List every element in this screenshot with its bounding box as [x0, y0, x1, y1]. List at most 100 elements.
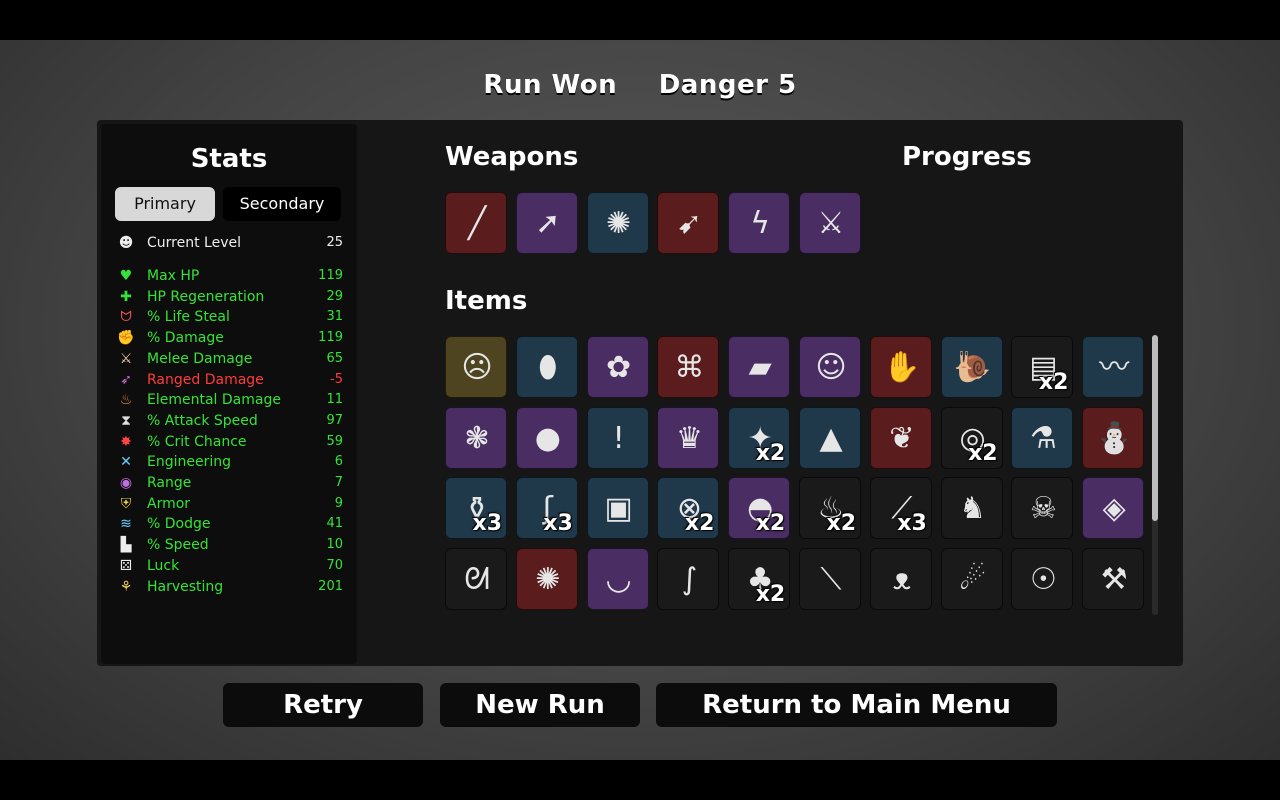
- item-count: x2: [755, 581, 786, 607]
- item-slot[interactable]: ◓ x2: [728, 477, 791, 540]
- item-slot[interactable]: ⚒: [1082, 547, 1145, 610]
- weapon-slot[interactable]: ✺: [586, 192, 649, 254]
- item-slot[interactable]: ⟋ x3: [869, 477, 932, 540]
- stat-value: 70: [326, 557, 343, 573]
- stat-row: ⧗ % Attack Speed 97: [115, 411, 343, 431]
- egg-face-icon: ☹: [461, 350, 493, 385]
- weapon-slot[interactable]: ⚔: [799, 192, 861, 254]
- stat-label: % Life Steal: [147, 309, 230, 326]
- ghost-icon: ᘛ: [464, 561, 490, 597]
- item-slot[interactable]: ▰: [728, 336, 791, 398]
- alert-slime-icon: !: [612, 420, 625, 456]
- item-slot[interactable]: ⌘: [657, 336, 720, 398]
- stat-label: Elemental Damage: [147, 392, 281, 409]
- item-slot[interactable]: ☠: [1011, 477, 1074, 540]
- item-slot[interactable]: ⊗ x2: [657, 477, 720, 540]
- stat-row: ♥ Max HP 119: [115, 266, 343, 286]
- stat-label: Ranged Damage: [147, 371, 264, 388]
- item-slot[interactable]: ☹: [445, 336, 507, 398]
- dodge-icon: ≋: [120, 516, 132, 533]
- alien-fly-icon: ✿: [606, 350, 632, 385]
- weapon-slot[interactable]: ϟ: [728, 192, 791, 254]
- stat-row: ⚘ Harvesting 201: [115, 577, 343, 597]
- stat-value: 7: [334, 475, 343, 490]
- stat-row: ⚄ Luck 70: [115, 556, 343, 576]
- item-slot[interactable]: ◎ x2: [940, 406, 1003, 469]
- item-slot[interactable]: ☄: [940, 547, 1003, 610]
- run-header: Run Won Danger 5: [0, 70, 1280, 100]
- item-slot[interactable]: ⚗: [1011, 406, 1074, 469]
- item-slot[interactable]: ᘛ: [445, 547, 507, 610]
- item-count: x2: [684, 511, 715, 537]
- item-slot[interactable]: ♞: [940, 477, 1003, 540]
- item-slot[interactable]: ∫: [657, 547, 720, 610]
- bunny-icon: ♞: [959, 491, 987, 527]
- stat-value: 31: [326, 309, 343, 325]
- item-slot[interactable]: ⬮: [515, 336, 578, 398]
- fangs-icon: ᗢ: [120, 309, 132, 326]
- stat-value: 97: [326, 412, 343, 428]
- vest-icon: ▣: [604, 491, 633, 527]
- eraser-icon: ▰: [748, 350, 772, 385]
- new-run-button[interactable]: New Run: [440, 683, 640, 727]
- stat-row: ✚ HP Regeneration 29: [115, 287, 343, 307]
- retry-button[interactable]: Retry: [223, 683, 423, 727]
- item-slot[interactable]: ✺: [515, 547, 578, 610]
- skull-icon: ☠: [1029, 491, 1057, 527]
- stat-row: ⚔ Melee Damage 65: [115, 349, 343, 369]
- item-slot[interactable]: ●: [515, 406, 578, 469]
- stat-label: Current Level: [147, 235, 241, 251]
- item-slot[interactable]: ◈: [1082, 477, 1145, 540]
- muscle-icon: ✊: [117, 330, 135, 347]
- item-slot[interactable]: ✦ x2: [728, 406, 791, 469]
- weapon-slot[interactable]: ╱: [445, 192, 507, 254]
- hourglass-icon: ⧗: [121, 412, 131, 429]
- item-slot[interactable]: 🐌: [940, 336, 1003, 398]
- weapon-slot[interactable]: ➚: [515, 192, 578, 254]
- item-slot[interactable]: ♣ x2: [728, 547, 791, 610]
- item-slot[interactable]: ✋: [869, 336, 932, 398]
- item-slot[interactable]: ⚱ x3: [445, 477, 507, 540]
- weapons-title: Weapons: [445, 142, 579, 172]
- stone-icon: ⬮: [538, 350, 558, 385]
- stat-row: ᗢ % Life Steal 31: [115, 307, 343, 327]
- tab-secondary[interactable]: Secondary: [223, 187, 341, 221]
- item-slot[interactable]: ❃: [445, 406, 507, 469]
- flame-icon: ♨: [119, 392, 133, 409]
- bat-icon: ᴥ: [892, 561, 911, 597]
- item-slot[interactable]: ʃ x3: [515, 477, 578, 540]
- item-slot[interactable]: ♨ x2: [799, 477, 861, 540]
- main-menu-button[interactable]: Return to Main Menu: [656, 683, 1057, 727]
- item-slot[interactable]: !: [586, 406, 649, 469]
- level-icon: ☻: [118, 235, 134, 251]
- item-slot[interactable]: ✿: [586, 336, 649, 398]
- tab-primary[interactable]: Primary: [115, 187, 215, 221]
- item-slot[interactable]: ▲: [799, 406, 861, 469]
- items-scroll-thumb[interactable]: [1152, 335, 1158, 521]
- item-slot[interactable]: ▣: [586, 477, 649, 540]
- item-count: x2: [826, 511, 857, 537]
- crit-star-icon: ✸: [120, 433, 132, 450]
- item-slot[interactable]: ♛: [657, 406, 720, 469]
- danger-level: Danger 5: [658, 70, 797, 100]
- weapon-slot[interactable]: ➹: [657, 192, 720, 254]
- item-slot[interactable]: ▤ x2: [1011, 336, 1074, 398]
- item-slot[interactable]: ☺: [799, 336, 861, 398]
- item-slot[interactable]: ❦: [869, 406, 932, 469]
- stat-value: 59: [326, 433, 343, 449]
- stat-value: 65: [326, 350, 343, 366]
- item-count: x2: [968, 440, 998, 466]
- item-slot[interactable]: ⟍: [799, 547, 861, 610]
- dynamite-icon: ☄: [959, 561, 987, 597]
- item-slot[interactable]: ⛄: [1082, 406, 1145, 469]
- item-slot[interactable]: ◡: [586, 547, 649, 610]
- item-slot[interactable]: ☉: [1011, 547, 1074, 610]
- butcher-icon: ⚒: [1100, 561, 1128, 597]
- item-slot[interactable]: 〰: [1082, 336, 1145, 398]
- item-count: x3: [472, 511, 503, 537]
- peacock-icon: ❃: [464, 420, 490, 456]
- stat-label: Armor: [147, 495, 191, 512]
- items-scrollbar[interactable]: [1152, 335, 1158, 615]
- progress-title: Progress: [902, 142, 1032, 172]
- item-slot[interactable]: ᴥ: [869, 547, 932, 610]
